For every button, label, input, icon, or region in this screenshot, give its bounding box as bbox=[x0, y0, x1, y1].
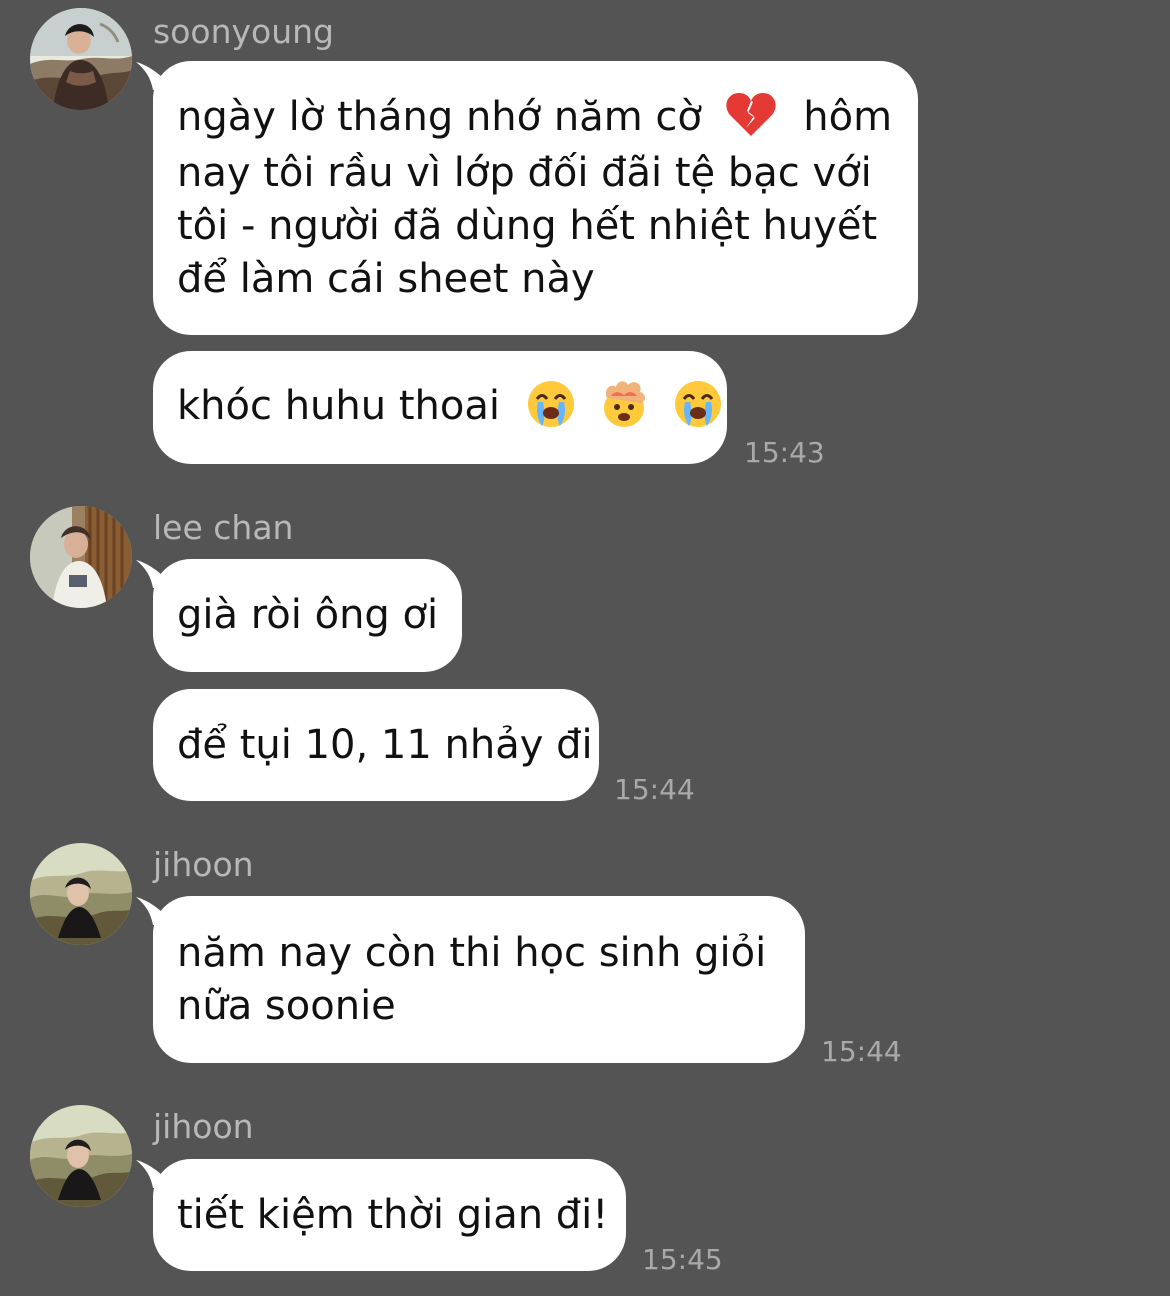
message-bubble[interactable]: năm nay còn thi học sinh giỏi nữa soonie bbox=[153, 896, 805, 1063]
message-timestamp: 15:44 bbox=[614, 773, 695, 806]
message-timestamp: 15:43 bbox=[744, 436, 825, 469]
message-line-1: ngày lờ tháng nhớ năm cờ hôm bbox=[177, 91, 894, 147]
exploding-head-icon bbox=[597, 377, 651, 431]
sender-name: lee chan bbox=[153, 508, 294, 547]
message-bubble[interactable]: khóc huhu thoai bbox=[153, 351, 727, 464]
chat-transcript: soonyoung ngày lờ tháng nhớ năm cờ hôm n… bbox=[0, 0, 1170, 1296]
message-line-4: để làm cái sheet này bbox=[177, 255, 595, 302]
message-line-3: tôi - người đã dùng hết nhiệt huyết bbox=[177, 202, 878, 249]
message-text: già ròi ông ơi bbox=[177, 592, 439, 638]
message-bubble[interactable]: già ròi ông ơi bbox=[153, 559, 462, 672]
sender-name: jihoon bbox=[153, 1107, 254, 1146]
message-line-text: hôm bbox=[803, 93, 893, 140]
avatar-image bbox=[30, 1105, 132, 1207]
avatar[interactable] bbox=[30, 506, 132, 608]
message-line-text: ngày lờ tháng nhớ năm cờ bbox=[177, 93, 702, 140]
sender-name: jihoon bbox=[153, 845, 254, 884]
broken-heart-icon bbox=[723, 87, 779, 143]
message-timestamp: 15:44 bbox=[821, 1035, 902, 1068]
avatar[interactable] bbox=[30, 8, 132, 110]
message-text: để tụi 10, 11 nhảy đi bbox=[177, 721, 593, 768]
avatar[interactable] bbox=[30, 1105, 132, 1207]
message-text: tiết kiệm thời gian đi! bbox=[177, 1191, 609, 1238]
message-bubble[interactable]: ngày lờ tháng nhớ năm cờ hôm nay tôi rầu… bbox=[153, 61, 918, 335]
avatar[interactable] bbox=[30, 843, 132, 945]
loudly-crying-face-icon bbox=[525, 378, 577, 430]
avatar-image bbox=[30, 8, 132, 110]
message-bubble[interactable]: để tụi 10, 11 nhảy đi bbox=[153, 689, 599, 801]
avatar-image bbox=[30, 506, 132, 608]
message-line: khóc huhu thoai bbox=[177, 377, 722, 435]
avatar-image bbox=[30, 843, 132, 945]
message-line-2: nữa soonie bbox=[177, 982, 396, 1029]
sender-name: soonyoung bbox=[153, 12, 334, 51]
loudly-crying-face-icon bbox=[672, 378, 724, 430]
message-text: khóc huhu thoai bbox=[177, 383, 500, 429]
message-bubble[interactable]: tiết kiệm thời gian đi! bbox=[153, 1159, 626, 1271]
message-line-1: năm nay còn thi học sinh giỏi bbox=[177, 929, 767, 976]
message-timestamp: 15:45 bbox=[642, 1243, 723, 1276]
message-line-2: nay tôi rầu vì lớp đối đãi tệ bạc với bbox=[177, 149, 872, 196]
